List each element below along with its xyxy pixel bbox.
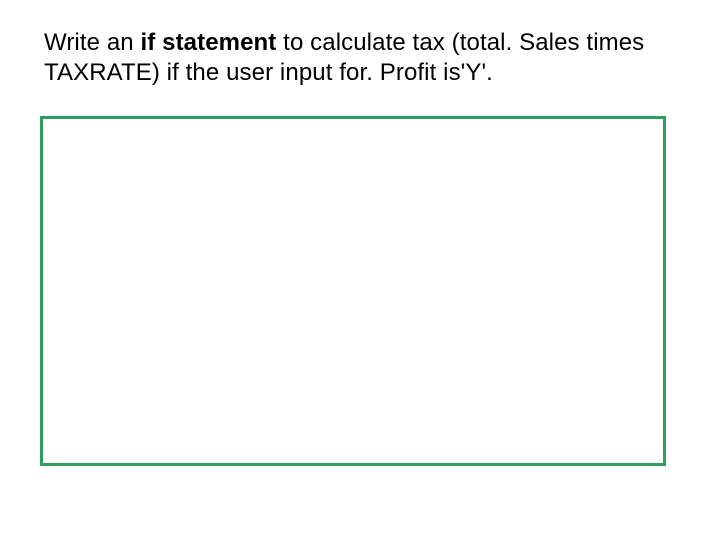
prompt-part1: Write an bbox=[44, 29, 141, 56]
answer-box bbox=[40, 116, 666, 466]
question-prompt: Write an if statement to calculate tax (… bbox=[44, 28, 654, 88]
slide: Write an if statement to calculate tax (… bbox=[0, 0, 720, 540]
prompt-bold: if statement bbox=[141, 29, 277, 56]
